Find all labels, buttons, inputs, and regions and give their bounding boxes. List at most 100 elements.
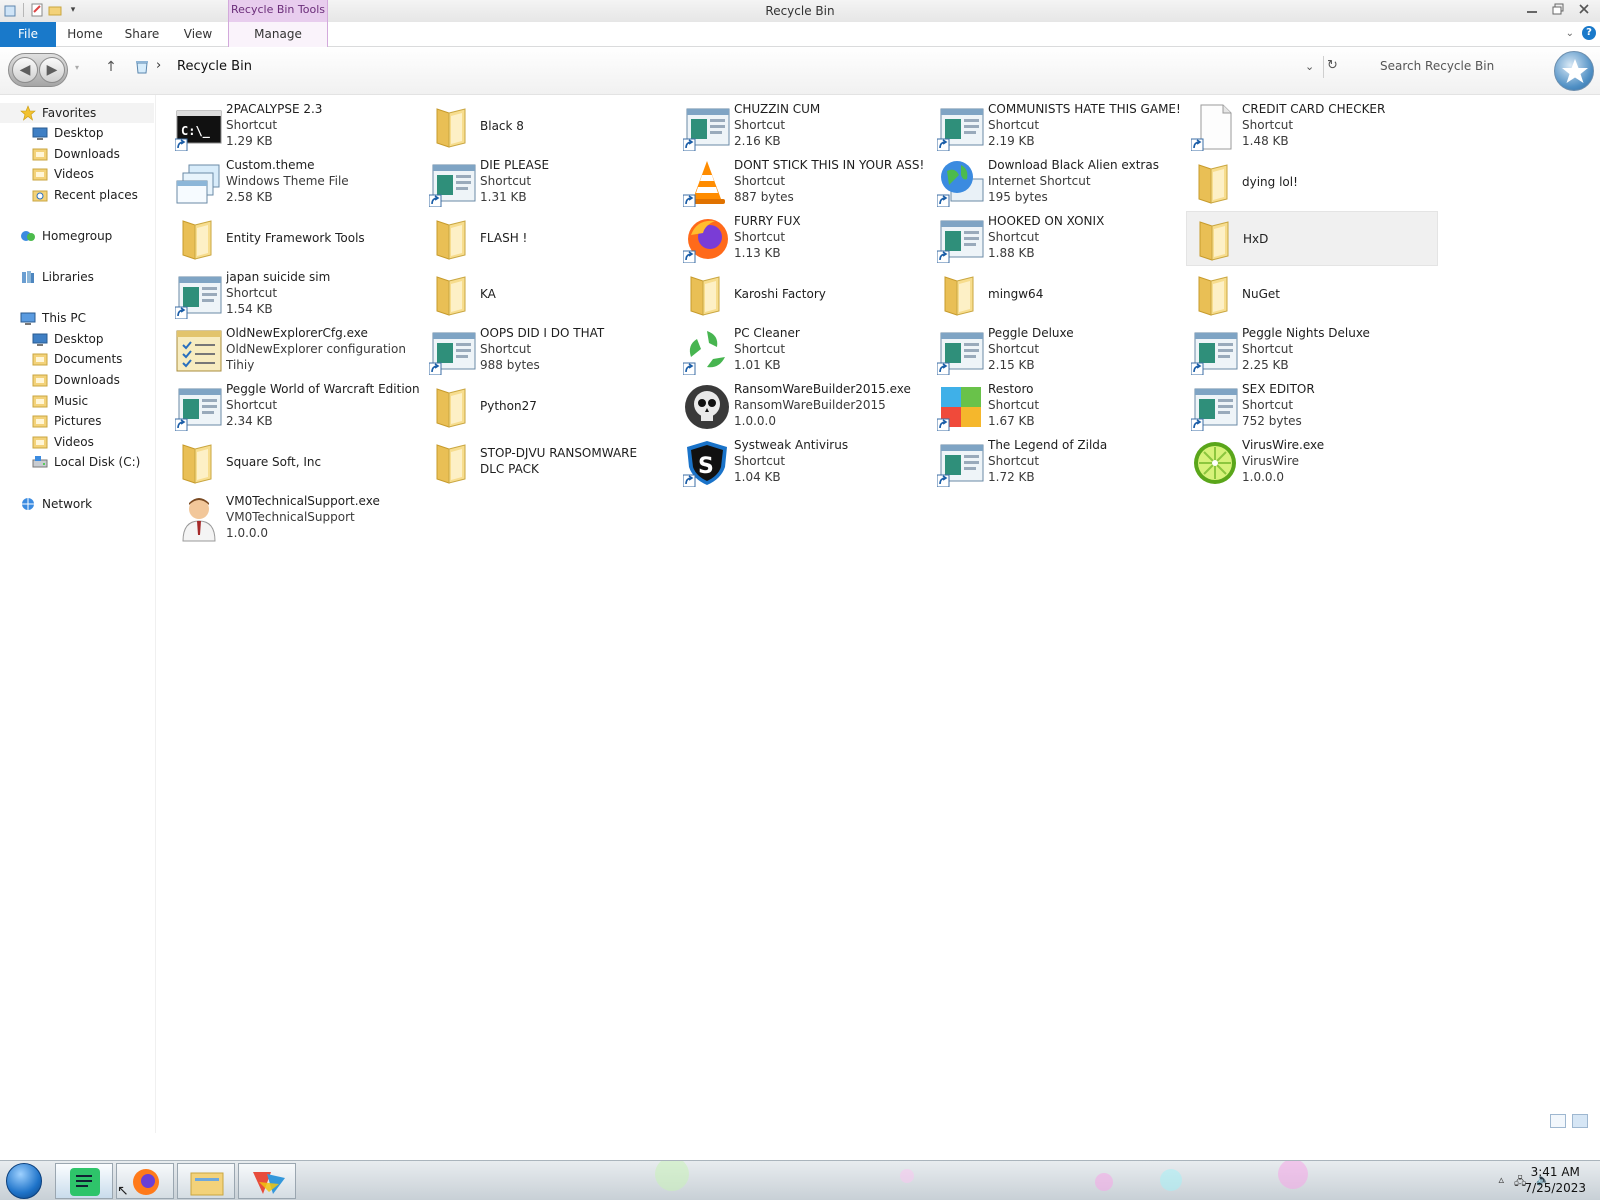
- sidebar-item[interactable]: Desktop: [32, 123, 104, 143]
- maximize-button[interactable]: [1546, 0, 1570, 18]
- file-item[interactable]: RansomWareBuilder2015.exe RansomWareBuild…: [678, 379, 930, 434]
- large-icons-view-icon[interactable]: [1572, 1114, 1588, 1128]
- breadcrumb[interactable]: Recycle Bin: [177, 59, 252, 74]
- sidebar-item[interactable]: Documents: [32, 349, 122, 369]
- tab-file[interactable]: File: [0, 22, 56, 47]
- file-name: PC Cleaner: [734, 326, 800, 340]
- close-button[interactable]: [1572, 0, 1596, 18]
- sidebar-item[interactable]: Homegroup: [20, 226, 112, 246]
- separator: [1323, 56, 1324, 78]
- file-item[interactable]: dying lol!: [1186, 155, 1438, 210]
- ribbon-right-controls: ⌄ ?: [1566, 26, 1596, 40]
- file-item[interactable]: mingw64: [932, 267, 1184, 322]
- file-item[interactable]: HOOKED ON XONIX Shortcut 1.88 KB: [932, 211, 1184, 266]
- sidebar-item[interactable]: Videos: [32, 164, 94, 184]
- file-item[interactable]: Square Soft, Inc: [170, 435, 422, 490]
- file-item[interactable]: DIE PLEASE Shortcut 1.31 KB: [424, 155, 676, 210]
- file-item[interactable]: Peggle Nights Deluxe Shortcut 2.25 KB: [1186, 323, 1438, 378]
- tab-manage[interactable]: Manage: [228, 22, 328, 47]
- file-item-text: Custom.theme Windows Theme File 2.58 KB: [226, 157, 422, 205]
- start-orb-icon[interactable]: [6, 1163, 42, 1199]
- refresh-icon[interactable]: ↻: [1327, 58, 1338, 73]
- file-item[interactable]: Entity Framework Tools: [170, 211, 422, 266]
- file-explorer-taskbar-icon[interactable]: [177, 1163, 235, 1199]
- sidebar-item[interactable]: Downloads: [32, 370, 120, 390]
- expand-ribbon-icon[interactable]: ⌄: [1566, 28, 1574, 39]
- sidebar-item-label: Downloads: [54, 373, 120, 387]
- file-item[interactable]: COMMUNISTS HATE THIS GAME! Shortcut 2.19 K…: [932, 99, 1184, 154]
- sidebar-item[interactable]: Desktop: [32, 329, 104, 349]
- file-item[interactable]: NuGet: [1186, 267, 1438, 322]
- sidebar-item-label: Recent places: [54, 188, 138, 202]
- tray-overflow-icon[interactable]: ▵: [1499, 1173, 1505, 1192]
- favorites-star-orb-icon[interactable]: [1554, 51, 1594, 91]
- sidebar-item[interactable]: Local Disk (C:): [32, 452, 140, 472]
- file-item-text: dying lol!: [1242, 174, 1438, 190]
- file-item[interactable]: Black 8: [424, 99, 676, 154]
- folder-icon: [429, 439, 477, 487]
- file-item[interactable]: Restoro Shortcut 1.67 KB: [932, 379, 1184, 434]
- file-item[interactable]: C:\_ 2PACALYPSE 2.3 Shortcut 1.29 KB: [170, 99, 422, 154]
- address-dropdown-icon[interactable]: ⌄: [1305, 60, 1314, 73]
- file-name: Python27: [480, 399, 537, 413]
- file-item[interactable]: SEX EDITOR Shortcut 752 bytes: [1186, 379, 1438, 434]
- file-item[interactable]: DONT STICK THIS IN YOUR ASS! Shortcut 887 …: [678, 155, 930, 210]
- file-item[interactable]: KA: [424, 267, 676, 322]
- file-size: 2.16 KB: [734, 134, 781, 148]
- file-item[interactable]: OldNewExplorerCfg.exe OldNewExplorer conf…: [170, 323, 422, 378]
- sidebar-item[interactable]: Music: [32, 391, 88, 411]
- notes-app-taskbar-icon[interactable]: [55, 1163, 113, 1199]
- file-item[interactable]: Peggle World of Warcraft Edition Shortcut…: [170, 379, 422, 434]
- breadcrumb-chevron-icon[interactable]: ›: [156, 58, 161, 73]
- forward-button[interactable]: ▶: [39, 57, 65, 83]
- recent-locations-icon[interactable]: ▾: [75, 63, 79, 72]
- file-item[interactable]: japan suicide sim Shortcut 1.54 KB: [170, 267, 422, 322]
- file-item[interactable]: Custom.theme Windows Theme File 2.58 KB: [170, 155, 422, 210]
- sidebar-item[interactable]: Downloads: [32, 144, 120, 164]
- up-arrow-icon[interactable]: ↑: [102, 59, 120, 77]
- details-view-icon[interactable]: [1550, 1114, 1566, 1128]
- file-name: Custom.theme: [226, 158, 315, 172]
- file-item-text: Entity Framework Tools: [226, 230, 422, 246]
- back-button[interactable]: ◀: [12, 57, 38, 83]
- file-item-text: Systweak Antivirus Shortcut 1.04 KB: [734, 437, 930, 485]
- file-item[interactable]: S Systweak Antivirus Shortcut 1.04 KB: [678, 435, 930, 490]
- sidebar-item[interactable]: Libraries: [20, 267, 94, 287]
- sidebar-item[interactable]: Videos: [32, 432, 94, 452]
- sidebar-item[interactable]: Favorites: [0, 103, 154, 123]
- sidebar-item[interactable]: Pictures: [32, 411, 102, 431]
- file-item-text: CREDIT CARD CHECKER Shortcut 1.48 KB: [1242, 101, 1438, 149]
- desktop-icon: [32, 331, 48, 347]
- file-name: Peggle Nights Deluxe: [1242, 326, 1370, 340]
- recycle-bin-crumb-icon[interactable]: [134, 59, 150, 78]
- file-item[interactable]: PC Cleaner Shortcut 1.01 KB: [678, 323, 930, 378]
- file-item[interactable]: Karoshi Factory: [678, 267, 930, 322]
- mouse-cursor-icon: ↖: [117, 1183, 129, 1199]
- tab-home[interactable]: Home: [60, 22, 110, 47]
- file-item[interactable]: CREDIT CARD CHECKER Shortcut 1.48 KB: [1186, 99, 1438, 154]
- tab-share[interactable]: Share: [116, 22, 168, 47]
- clock[interactable]: 3:41 AM 7/25/2023: [1524, 1164, 1586, 1196]
- file-item[interactable]: FLASH !: [424, 211, 676, 266]
- file-item[interactable]: HxD: [1186, 211, 1438, 266]
- sidebar-item[interactable]: This PC: [20, 308, 86, 328]
- sidebar-item[interactable]: Recent places: [32, 185, 138, 205]
- file-item[interactable]: STOP-DJVU RANSOMWARE DLC PACK: [424, 435, 676, 490]
- help-icon[interactable]: ?: [1582, 26, 1596, 40]
- minimize-button[interactable]: [1520, 0, 1544, 18]
- file-item[interactable]: VM0TechnicalSupport.exe VM0TechnicalSuppo…: [170, 491, 422, 546]
- file-item[interactable]: OOPS DID I DO THAT Shortcut 988 bytes: [424, 323, 676, 378]
- file-size: 2.25 KB: [1242, 358, 1289, 372]
- search-input[interactable]: Search Recycle Bin: [1380, 59, 1494, 73]
- file-item[interactable]: Python27: [424, 379, 676, 434]
- file-type: Shortcut: [1242, 398, 1294, 412]
- file-item[interactable]: CHUZZIN CUM Shortcut 2.16 KB: [678, 99, 930, 154]
- file-item[interactable]: VirusWire.exe VirusWire 1.0.0.0: [1186, 435, 1438, 490]
- file-item[interactable]: The Legend of Zilda Shortcut 1.72 KB: [932, 435, 1184, 490]
- tab-view[interactable]: View: [174, 22, 222, 47]
- sidebar-item[interactable]: Network: [20, 494, 92, 514]
- pinned-app-taskbar-icon[interactable]: [238, 1163, 296, 1199]
- file-item[interactable]: FURRY FUX Shortcut 1.13 KB: [678, 211, 930, 266]
- file-item[interactable]: Peggle Deluxe Shortcut 2.15 KB: [932, 323, 1184, 378]
- file-item[interactable]: Download Black Alien extras Internet Shor…: [932, 155, 1184, 210]
